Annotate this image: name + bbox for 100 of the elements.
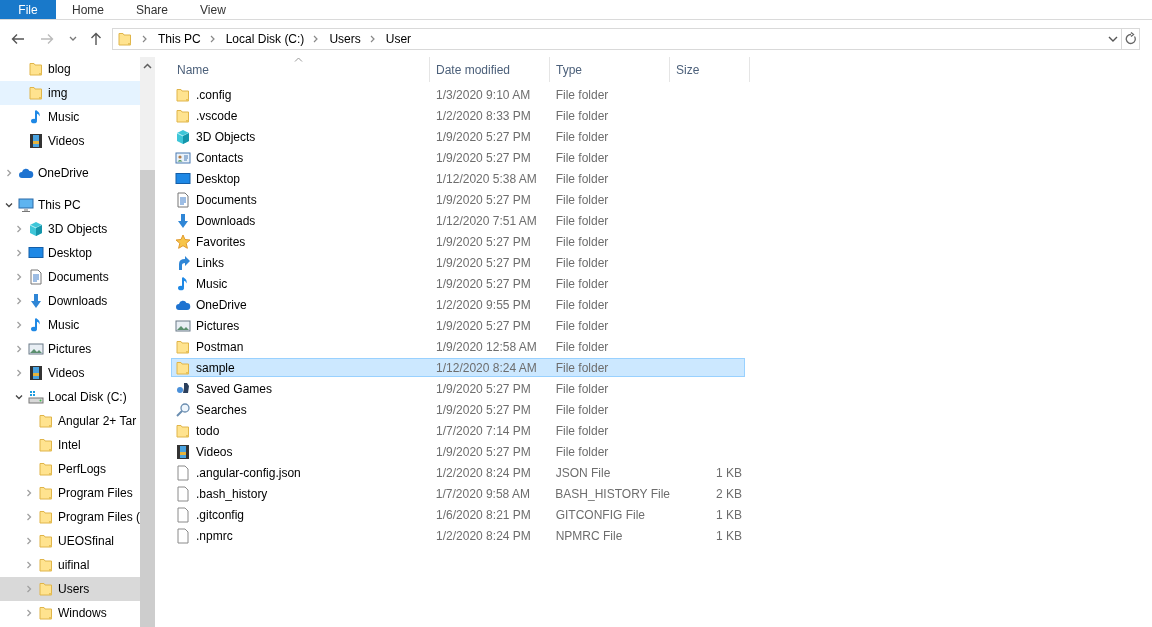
nav-item[interactable]: Angular 2+ Tar: [0, 409, 140, 433]
file-row[interactable]: .config 1/3/2020 9:10 AM File folder: [171, 85, 745, 104]
file-name: .angular-config.json: [196, 465, 301, 480]
nav-item[interactable]: Documents: [0, 265, 140, 289]
nav-item[interactable]: blog: [0, 57, 140, 81]
nav-item[interactable]: Videos: [0, 361, 140, 385]
nav-item[interactable]: Intel: [0, 433, 140, 457]
file-row[interactable]: 3D Objects 1/9/2020 5:27 PM File folder: [171, 127, 745, 146]
file-row[interactable]: .vscode 1/2/2020 8:33 PM File folder: [171, 106, 745, 125]
ribbon-tab[interactable]: Home: [56, 0, 120, 19]
chevron-down-icon[interactable]: [4, 200, 14, 210]
nav-item[interactable]: PerfLogs: [0, 457, 140, 481]
date-modified: 1/9/2020 5:27 PM: [435, 276, 532, 291]
dropdown-icon[interactable]: [1108, 35, 1118, 42]
nav-item[interactable]: img: [0, 81, 140, 105]
chevron-right-icon[interactable]: [14, 224, 24, 234]
document-icon: [28, 269, 44, 285]
ribbon-tab[interactable]: File: [0, 0, 56, 19]
column-header[interactable]: Date modified: [430, 57, 550, 82]
column-header[interactable]: Name: [171, 57, 430, 82]
scrollbar-thumb[interactable]: [140, 170, 155, 627]
file-row[interactable]: Pictures 1/9/2020 5:27 PM File folder: [171, 316, 745, 335]
file-row[interactable]: sample 1/12/2020 8:24 AM File folder: [171, 358, 745, 377]
forward-icon[interactable]: [40, 31, 54, 46]
nav-item[interactable]: Windows: [0, 601, 140, 625]
chevron-right-icon[interactable]: [24, 608, 34, 618]
ribbon-tab[interactable]: Share: [120, 0, 185, 19]
nav-item[interactable]: Program Files (: [0, 505, 140, 529]
chevron-right-icon[interactable]: [14, 344, 24, 354]
file-row[interactable]: Postman 1/9/2020 12:58 AM File folder: [171, 337, 745, 356]
file-type: GITCONFIG File: [554, 507, 646, 522]
breadcrumb-item[interactable]: User: [385, 31, 412, 46]
nav-item[interactable]: Pictures: [0, 337, 140, 361]
nav-item[interactable]: Users: [0, 577, 140, 601]
file-row[interactable]: Documents 1/9/2020 5:27 PM File folder: [171, 190, 745, 209]
file-row[interactable]: Videos 1/9/2020 5:27 PM File folder: [171, 442, 745, 461]
chevron-right-icon[interactable]: [14, 368, 24, 378]
breadcrumb-item[interactable]: Local Disk (C:): [225, 31, 305, 46]
column-header[interactable]: Size: [670, 57, 750, 82]
folder-icon: [175, 338, 191, 355]
nav-item[interactable]: 3D Objects: [0, 217, 140, 241]
file-row[interactable]: todo 1/7/2020 7:14 PM File folder: [171, 421, 745, 440]
file-row[interactable]: Links 1/9/2020 5:27 PM File folder: [171, 253, 745, 272]
chevron-right-icon[interactable]: [14, 272, 24, 282]
nav-item[interactable]: UEOSfinal: [0, 529, 140, 553]
file-row[interactable]: .bash_history 1/7/2020 9:58 AM BASH_HISTORY File 2 KB: [171, 484, 745, 503]
nav-item[interactable]: Music: [0, 105, 140, 129]
chevron-right-icon[interactable]: [24, 584, 34, 594]
back-icon[interactable]: [11, 31, 25, 46]
scroll-up-icon[interactable]: [143, 63, 152, 69]
chevron-right-icon: [142, 34, 148, 43]
nav-item[interactable]: Music: [0, 313, 140, 337]
file-row[interactable]: .npmrc 1/2/2020 8:24 PM NPMRC File 1 KB: [171, 526, 745, 545]
file-row[interactable]: OneDrive 1/2/2020 9:55 PM File folder: [171, 295, 745, 314]
file-row[interactable]: Contacts 1/9/2020 5:27 PM File folder: [171, 148, 745, 167]
file-row[interactable]: Downloads 1/12/2020 7:51 AM File folder: [171, 211, 745, 230]
film-icon: [175, 443, 191, 460]
chevron-right-icon: [369, 34, 376, 43]
chevron-right-icon[interactable]: [24, 560, 34, 570]
nav-label: Documents: [48, 270, 109, 284]
monitor-icon: [175, 170, 191, 187]
chevron-right-icon[interactable]: [14, 296, 24, 306]
nav-item[interactable]: Videos: [0, 129, 140, 153]
nav-item[interactable]: This PC: [0, 193, 140, 217]
chevron-down-icon[interactable]: [14, 392, 24, 402]
ribbon-tab[interactable]: View: [184, 0, 242, 19]
nav-label: Local Disk (C:): [48, 390, 127, 404]
address-bar[interactable]: This PC Local Disk (C:) Users User: [112, 27, 1122, 50]
recent-dropdown-icon[interactable]: [69, 35, 77, 42]
chevron-right-icon[interactable]: [24, 488, 34, 498]
nav-item[interactable]: Downloads: [0, 289, 140, 313]
file-row[interactable]: Saved Games 1/9/2020 5:27 PM File folder: [171, 379, 745, 398]
chevron-right-icon[interactable]: [14, 248, 24, 258]
nav-item[interactable]: OneDrive: [0, 161, 140, 185]
file-type: JSON File: [554, 465, 612, 480]
date-modified: 1/9/2020 12:58 AM: [435, 339, 538, 354]
file-row[interactable]: .gitconfig 1/6/2020 8:21 PM GITCONFIG File 1 KB: [171, 505, 745, 524]
refresh-button[interactable]: [1122, 27, 1140, 50]
file-row[interactable]: Music 1/9/2020 5:27 PM File folder: [171, 274, 745, 293]
column-header[interactable]: Type: [550, 57, 670, 82]
drive-icon: [28, 389, 44, 405]
breadcrumb-item[interactable]: Users: [329, 31, 361, 46]
file-row[interactable]: Desktop 1/12/2020 5:38 AM File folder: [171, 169, 745, 188]
chevron-right-icon[interactable]: [4, 168, 14, 178]
date-modified: 1/12/2020 7:51 AM: [435, 213, 538, 228]
nav-label: uifinal: [58, 558, 90, 572]
nav-item[interactable]: Desktop: [0, 241, 140, 265]
nav-label: Program Files: [58, 486, 133, 500]
chevron-right-icon[interactable]: [24, 536, 34, 546]
breadcrumb-item[interactable]: This PC: [158, 31, 201, 46]
chevron-right-icon[interactable]: [24, 512, 34, 522]
file-row[interactable]: Favorites 1/9/2020 5:27 PM File folder: [171, 232, 745, 251]
nav-item[interactable]: uifinal: [0, 553, 140, 577]
nav-item[interactable]: Program Files: [0, 481, 140, 505]
file-row[interactable]: .angular-config.json 1/2/2020 8:24 PM JSON File 1 KB: [171, 463, 745, 482]
nav-item[interactable]: Local Disk (C:): [0, 385, 140, 409]
up-icon[interactable]: [89, 31, 103, 46]
scrollbar[interactable]: [140, 57, 155, 627]
chevron-right-icon[interactable]: [14, 320, 24, 330]
file-row[interactable]: Searches 1/9/2020 5:27 PM File folder: [171, 400, 745, 419]
